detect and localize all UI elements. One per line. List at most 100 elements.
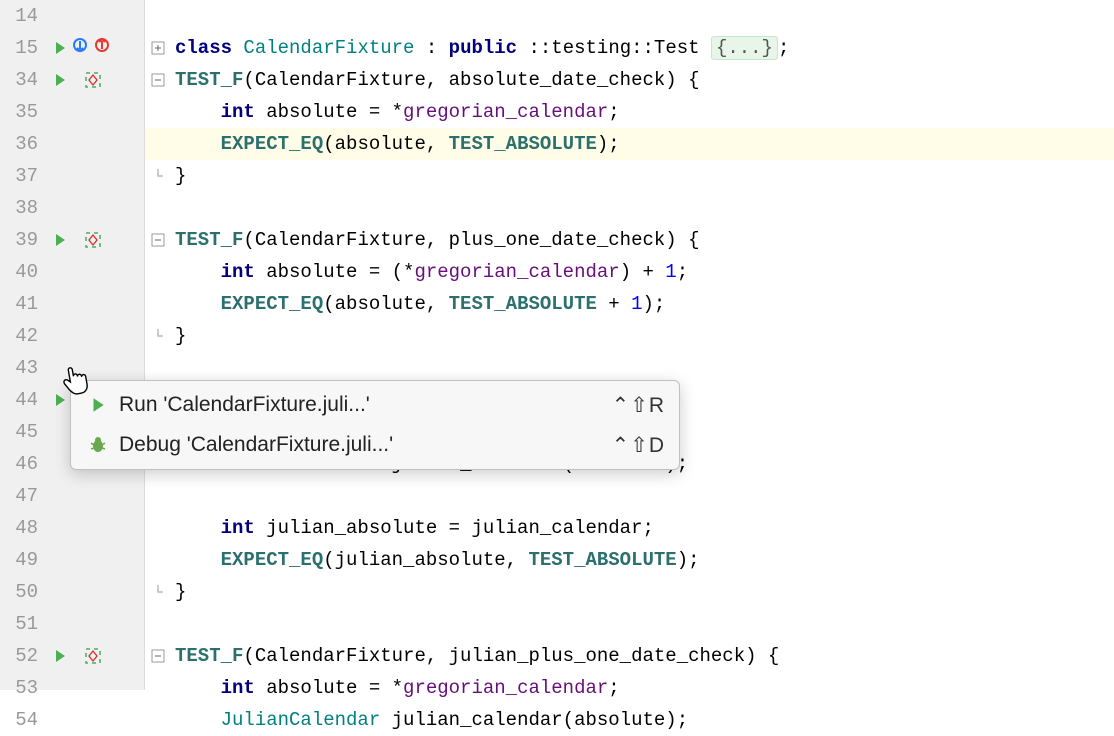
token-punct: (absolute,	[323, 133, 448, 155]
gutter-row: 14	[0, 0, 144, 32]
code-line[interactable]: TEST_F(CalendarFixture, absolute_date_ch…	[145, 64, 1114, 96]
token-kw: int	[221, 101, 267, 123]
token-macro: TEST_F	[175, 229, 243, 251]
gutter-row: 37	[0, 160, 144, 192]
gutter-row: 52	[0, 640, 144, 672]
token-macro: TEST_ABSOLUTE	[528, 549, 676, 571]
token-punct: );	[597, 133, 620, 155]
run-test-icon[interactable]	[52, 648, 68, 664]
line-number: 35	[0, 101, 44, 123]
fold-collapse-icon[interactable]	[149, 647, 167, 665]
code-line[interactable]: }	[145, 576, 1114, 608]
fold-end-icon[interactable]	[149, 167, 167, 185]
test-target-icon[interactable]	[84, 231, 102, 249]
gutter-row: 54	[0, 704, 144, 736]
test-target-icon[interactable]	[84, 71, 102, 89]
code-line[interactable]: }	[145, 320, 1114, 352]
line-number: 44	[0, 389, 44, 411]
run-test-icon[interactable]	[52, 72, 68, 88]
token-macro: TEST_ABSOLUTE	[449, 293, 597, 315]
token-num: 1	[665, 261, 676, 283]
gutter-row: 39	[0, 224, 144, 256]
token-punct: (CalendarFixture, absolute_date_check) {	[243, 69, 699, 91]
token-punct: ;	[677, 261, 688, 283]
line-number: 51	[0, 613, 44, 635]
token-punct: }	[175, 581, 186, 603]
fold-collapse-icon[interactable]	[149, 231, 167, 249]
gutter-context-menu: Run 'CalendarFixture.juli...' ⌃⇧R Debug …	[70, 380, 680, 470]
gutter-row: 49	[0, 544, 144, 576]
code-line[interactable]: int julian_absolute = julian_calendar;	[145, 512, 1114, 544]
token-punct: (absolute,	[323, 293, 448, 315]
menu-item-debug[interactable]: Debug 'CalendarFixture.juli...' ⌃⇧D	[71, 425, 679, 465]
token-punct: ;	[608, 101, 619, 123]
token-macro: TEST_ABSOLUTE	[449, 133, 597, 155]
token-folded: {...}	[711, 36, 778, 60]
token-punct: (julian_absolute,	[323, 549, 528, 571]
test-target-icon[interactable]	[84, 647, 102, 665]
run-test-icon[interactable]	[52, 392, 68, 408]
code-line[interactable]: EXPECT_EQ(absolute, TEST_ABSOLUTE + 1);	[145, 288, 1114, 320]
gutter: 1415343536373839404142434445464748495051…	[0, 0, 145, 690]
gutter-icons	[44, 35, 144, 61]
code-line[interactable]: int absolute = (*gregorian_calendar) + 1…	[145, 256, 1114, 288]
gutter-row: 35	[0, 96, 144, 128]
token-punct: );	[643, 293, 666, 315]
code-line[interactable]: EXPECT_EQ(julian_absolute, TEST_ABSOLUTE…	[145, 544, 1114, 576]
token-punct: (CalendarFixture, plus_one_date_check) {	[243, 229, 699, 251]
token-macro: TEST_F	[175, 645, 243, 667]
run-test-icon[interactable]	[52, 232, 68, 248]
line-number: 45	[0, 421, 44, 443]
line-number: 47	[0, 485, 44, 507]
menu-item-run[interactable]: Run 'CalendarFixture.juli...' ⌃⇧R	[71, 385, 679, 425]
gutter-row: 36	[0, 128, 144, 160]
menu-shortcut: ⌃⇧D	[612, 433, 665, 458]
line-number: 42	[0, 325, 44, 347]
gutter-row: 48	[0, 512, 144, 544]
fold-collapse-icon[interactable]	[149, 71, 167, 89]
code-line[interactable]: int absolute = *gregorian_calendar;	[145, 672, 1114, 704]
fold-expand-icon[interactable]	[149, 39, 167, 57]
code-line[interactable]: EXPECT_EQ(absolute, TEST_ABSOLUTE);	[145, 128, 1114, 160]
token-macro: EXPECT_EQ	[221, 133, 324, 155]
token-punct: julian_calendar(absolute);	[380, 709, 688, 731]
code-line[interactable]	[145, 608, 1114, 640]
token-punct: );	[677, 549, 700, 571]
token-ident: gregorian_calendar	[414, 261, 619, 283]
token-kw: int	[221, 517, 267, 539]
override-icons[interactable]	[72, 35, 120, 61]
run-icon	[85, 396, 111, 414]
code-line[interactable]	[145, 480, 1114, 512]
code-line[interactable]: TEST_F(CalendarFixture, plus_one_date_ch…	[145, 224, 1114, 256]
line-number: 54	[0, 709, 44, 731]
gutter-row: 15	[0, 32, 144, 64]
line-number: 38	[0, 197, 44, 219]
code-line[interactable]	[145, 0, 1114, 32]
fold-end-icon[interactable]	[149, 327, 167, 345]
line-number: 53	[0, 677, 44, 699]
fold-end-icon[interactable]	[149, 583, 167, 601]
code-line[interactable]: int absolute = *gregorian_calendar;	[145, 96, 1114, 128]
code-line[interactable]: TEST_F(CalendarFixture, julian_plus_one_…	[145, 640, 1114, 672]
bug-icon	[85, 435, 111, 455]
line-number: 50	[0, 581, 44, 603]
menu-label: Run 'CalendarFixture.juli...'	[119, 393, 612, 417]
gutter-row: 42	[0, 320, 144, 352]
code-line[interactable]: JulianCalendar julian_calendar(absolute)…	[145, 704, 1114, 736]
code-area[interactable]: class CalendarFixture : public ::testing…	[145, 0, 1114, 690]
token-cls: JulianCalendar	[221, 709, 381, 731]
gutter-row: 40	[0, 256, 144, 288]
code-line[interactable]: class CalendarFixture : public ::testing…	[145, 32, 1114, 64]
run-test-icon[interactable]	[52, 40, 68, 56]
line-number: 36	[0, 133, 44, 155]
token-punct: absolute = (*	[266, 261, 414, 283]
token-kw: class	[175, 37, 243, 59]
token-punct: absolute = *	[266, 677, 403, 699]
token-punct: }	[175, 325, 186, 347]
token-ident: gregorian_calendar	[403, 677, 608, 699]
line-number: 46	[0, 453, 44, 475]
code-line[interactable]	[145, 192, 1114, 224]
code-line[interactable]: }	[145, 160, 1114, 192]
token-macro: EXPECT_EQ	[221, 549, 324, 571]
gutter-row: 51	[0, 608, 144, 640]
